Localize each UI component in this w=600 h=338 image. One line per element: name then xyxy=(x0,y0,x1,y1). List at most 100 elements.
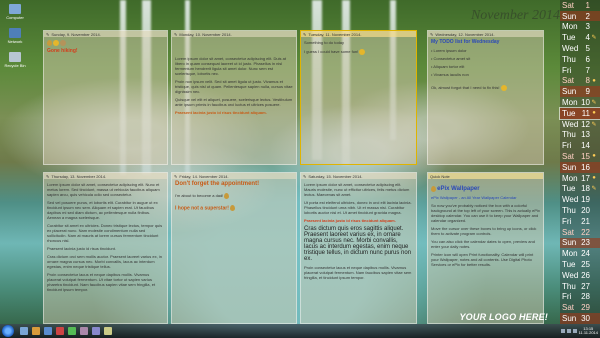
calendar-weekday: Fri xyxy=(562,292,572,302)
clock-date: 11.11.2014 xyxy=(578,330,598,335)
calendar-day[interactable]: Sun 23 xyxy=(560,237,600,249)
calendar-day[interactable]: Thu 13 xyxy=(560,130,600,141)
taskbar: 13:15 11.11.2014 xyxy=(0,324,600,338)
note-line: I hope not a superstar! xyxy=(175,205,293,211)
month-title: November 2014 xyxy=(470,8,560,23)
note-wednesday-12[interactable]: ✎ Wednesday, 12. November 2014. My TODO l… xyxy=(427,30,544,165)
calendar-day[interactable]: Tue 18 ✎ xyxy=(560,184,600,195)
calendar-day[interactable]: Wed 5 xyxy=(560,43,600,54)
calendar-day[interactable]: Fri 14 xyxy=(560,140,600,151)
calendar-day[interactable]: Wed 12 ✎ xyxy=(560,119,600,130)
desktop-icon-recycle-bin[interactable]: Recycle Bin xyxy=(4,52,26,68)
note-text: Proin non ipsum velit. Sed sit amet ligu… xyxy=(175,79,293,94)
calendar-weekday: Sun xyxy=(562,87,577,97)
calendar-day[interactable]: Thu 6 xyxy=(560,54,600,65)
todo-text: Aliquam tortor elit xyxy=(433,64,465,69)
note-line: Ok, almost forgot that I need to fix thi… xyxy=(431,85,540,91)
calendar-weekday: Sat xyxy=(562,76,575,86)
calendar-day[interactable]: Sun 16 xyxy=(560,162,600,173)
note-text: So now you've probably noticed the box w… xyxy=(431,203,540,224)
calendar-date: 13 xyxy=(581,130,590,140)
todo-item: • Consectetur amet sit xyxy=(431,56,471,61)
calendar-day[interactable]: Fri 21 xyxy=(560,216,600,227)
explorer-icon[interactable] xyxy=(20,327,28,335)
calendar-day[interactable]: Mon 24 xyxy=(560,248,600,259)
note-text: Praesent lacinia justo id risus tincidun… xyxy=(47,246,116,251)
tray-icon[interactable] xyxy=(560,329,565,333)
calendar-day[interactable]: Sat 15 ● xyxy=(560,151,600,162)
app-icon[interactable] xyxy=(92,327,100,335)
note-line: ePix Wallpaper xyxy=(431,186,540,192)
tray-icon[interactable] xyxy=(566,329,571,333)
calendar-weekday: Fri xyxy=(562,65,572,75)
calendar-day[interactable]: Sun 2 xyxy=(560,10,600,22)
app-icon[interactable] xyxy=(80,327,88,335)
app-icon[interactable] xyxy=(68,327,76,335)
calendar-day[interactable]: Thu 27 xyxy=(560,281,600,292)
calendar-date: 6 xyxy=(585,54,590,64)
tray-icon[interactable] xyxy=(572,329,577,333)
note-indicator-icon: ● xyxy=(592,110,596,117)
app-icon[interactable] xyxy=(104,327,112,335)
desktop-icon-label: Network xyxy=(7,39,23,44)
calendar-date: 30 xyxy=(581,313,590,323)
note-text: I'm about to become a dad! xyxy=(175,193,224,199)
calendar-day[interactable]: Wed 26 xyxy=(560,270,600,281)
todo-text: Consectetur amet sit xyxy=(433,56,471,61)
calendar-date: 24 xyxy=(581,249,590,259)
calendar-day[interactable]: Thu 20 xyxy=(560,205,600,216)
calendar-date: 12 xyxy=(581,119,590,129)
calendar-weekday: Wed xyxy=(562,43,579,53)
drop-icon xyxy=(230,205,236,211)
calendar-day[interactable]: Tue 25 xyxy=(560,259,600,270)
calendar-date: 17 xyxy=(581,173,590,183)
note-indicator-icon: ✎ xyxy=(591,121,597,128)
calendar-day[interactable]: Sat 29 xyxy=(560,302,600,313)
smiley-icon xyxy=(359,49,366,55)
drop-icon xyxy=(224,193,230,199)
note-indicator-icon: ✎ xyxy=(591,35,597,42)
start-button[interactable] xyxy=(2,325,14,337)
calendar-weekday: Thu xyxy=(562,54,576,64)
calendar-date: 19 xyxy=(581,195,590,205)
quick-note[interactable]: Quick Note ePix Wallpaper ePix Wallpaper… xyxy=(427,172,544,324)
note-date: Saturday, 15. November 2014. xyxy=(308,173,363,179)
calendar-day[interactable]: Tue 4 ✎ xyxy=(560,32,600,43)
calendar-day[interactable]: Tue 11 ● xyxy=(559,107,600,120)
calendar-date: 9 xyxy=(585,87,590,97)
calendar-date: 22 xyxy=(581,227,590,237)
calendar-day[interactable]: Fri 28 xyxy=(560,292,600,303)
recycle-bin-icon xyxy=(9,52,21,62)
calendar-day[interactable]: Mon 10 ✎ xyxy=(560,97,600,108)
calendar-day[interactable]: Sun 9 xyxy=(560,86,600,97)
note-tuesday-11[interactable]: ✎ Tuesday, 11. November 2014. Something t… xyxy=(300,30,417,165)
note-saturday-15[interactable]: ✎ Saturday, 15. November 2014. Lorem ipsu… xyxy=(300,172,417,324)
calendar-day[interactable]: Fri 7 xyxy=(560,65,600,76)
calendar-day[interactable]: Wed 19 xyxy=(560,194,600,205)
note-thursday-13[interactable]: ✎ Thursday, 13. November 2014. Lorem ipsu… xyxy=(43,172,168,324)
calendar-date: 3 xyxy=(585,22,590,32)
calendar-day[interactable]: Sun 30 xyxy=(560,313,600,324)
note-text: Curabitur sit amet ex ultricies. Donec t… xyxy=(47,223,163,243)
note-text: Proin consectetur lacus et neque dapibus… xyxy=(47,272,156,292)
note-monday-10[interactable]: ✎ Monday, 10. November 2014. Lorem ipsum … xyxy=(171,30,297,165)
calendar-day[interactable]: Mon 17 ● xyxy=(560,173,600,184)
media-icon[interactable] xyxy=(32,327,40,335)
calendar-day[interactable]: Sat 1 xyxy=(560,0,600,11)
desktop-icon-network[interactable]: Network xyxy=(4,28,26,44)
note-text: You can also click the calendar dates to… xyxy=(431,239,535,250)
calendar-weekday: Sat xyxy=(562,227,575,237)
calendar-day[interactable]: Mon 3 xyxy=(560,22,600,33)
calendar-weekday: Sat xyxy=(562,303,575,313)
calendar-day[interactable]: Sat 22 xyxy=(560,227,600,238)
app-icon[interactable] xyxy=(56,327,64,335)
network-icon xyxy=(9,28,21,38)
calendar-day[interactable]: Sat 8 ● xyxy=(560,76,600,87)
browser-icon[interactable] xyxy=(44,327,52,335)
note-line: I guess I could have some fun! xyxy=(304,49,413,55)
note-friday-14[interactable]: ✎ Friday, 14. November 2014. Don't forget… xyxy=(171,172,297,324)
clock[interactable]: 13:15 11.11.2014 xyxy=(579,327,598,335)
calendar-date: 18 xyxy=(581,184,590,194)
note-sunday-9[interactable]: ✎ Sunday, 9. November 2014. Gone hiking! xyxy=(43,30,168,165)
desktop-icon-computer[interactable]: Computer xyxy=(4,4,26,20)
